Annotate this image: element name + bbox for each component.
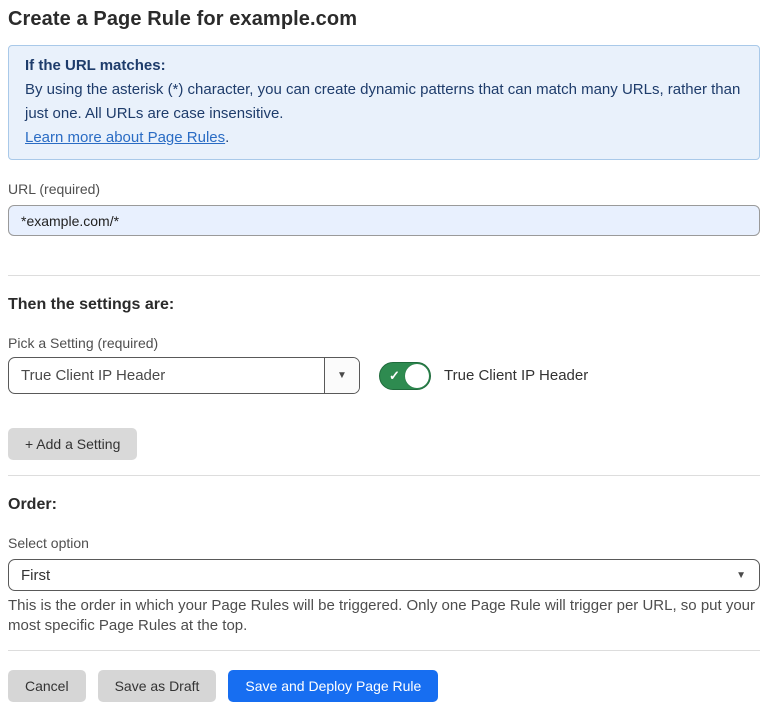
learn-more-link[interactable]: Learn more about Page Rules	[25, 129, 225, 146]
pick-setting-label: Pick a Setting (required)	[8, 335, 760, 351]
order-select-value: First	[9, 567, 736, 584]
url-input[interactable]	[8, 205, 760, 236]
toggle-label: True Client IP Header	[444, 367, 588, 384]
setting-select[interactable]: True Client IP Header ▼	[8, 357, 360, 394]
divider-footer	[8, 650, 760, 651]
chevron-down-icon: ▼	[337, 370, 347, 381]
url-match-info-box: If the URL matches: By using the asteris…	[8, 45, 760, 160]
order-section-heading: Order:	[8, 496, 760, 514]
chevron-down-icon: ▼	[736, 570, 759, 581]
true-client-ip-toggle[interactable]: ✓	[379, 362, 431, 390]
save-as-draft-button[interactable]: Save as Draft	[98, 670, 217, 702]
page-title: Create a Page Rule for example.com	[8, 8, 760, 31]
order-select[interactable]: First ▼	[8, 559, 760, 591]
setting-row: True Client IP Header ▼ ✓ True Client IP…	[8, 357, 760, 394]
cancel-button[interactable]: Cancel	[8, 670, 86, 702]
check-icon: ✓	[389, 368, 400, 384]
url-field-label: URL (required)	[8, 181, 760, 197]
setting-select-arrow-button[interactable]: ▼	[324, 358, 359, 393]
link-suffix: .	[225, 129, 229, 146]
settings-section-heading: Then the settings are:	[8, 296, 760, 314]
info-box-heading: If the URL matches:	[25, 54, 743, 78]
footer-actions: Cancel Save as Draft Save and Deploy Pag…	[8, 670, 760, 702]
save-and-deploy-button[interactable]: Save and Deploy Page Rule	[228, 670, 438, 702]
setting-select-value: True Client IP Header	[9, 358, 324, 393]
divider-settings-order	[8, 475, 760, 476]
order-helper-text: This is the order in which your Page Rul…	[8, 596, 760, 636]
add-setting-button[interactable]: + Add a Setting	[8, 428, 137, 460]
divider-url-settings	[8, 275, 760, 276]
info-box-body: By using the asterisk (*) character, you…	[25, 78, 743, 126]
page-rule-form: Create a Page Rule for example.com If th…	[0, 0, 769, 702]
info-box-link-line: Learn more about Page Rules.	[25, 126, 743, 150]
order-select-label: Select option	[8, 535, 760, 551]
toggle-knob	[405, 364, 429, 388]
